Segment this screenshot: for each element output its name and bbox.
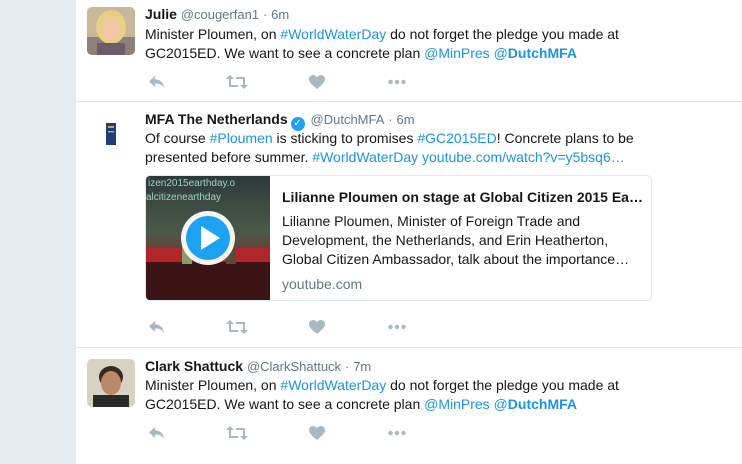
hashtag-link[interactable]: #Ploumen (210, 130, 273, 146)
text-segment: is sticking to promises (272, 130, 418, 146)
avatar[interactable] (87, 7, 135, 55)
dot-separator: · (388, 112, 393, 127)
card-domain[interactable]: youtube.com (282, 276, 644, 292)
author-name[interactable]: MFA The Netherlands (145, 111, 288, 127)
retweet-icon[interactable] (226, 72, 248, 92)
retweet-icon[interactable] (226, 317, 248, 337)
timestamp[interactable]: 6m (271, 7, 289, 22)
author-name[interactable]: Julie (145, 6, 177, 22)
timestamp[interactable]: 6m (397, 112, 415, 127)
author-handle[interactable]: @cougerfan1 (181, 7, 259, 22)
thumbnail-caption: alcitizenearthday (146, 192, 221, 203)
mention-link[interactable]: @MinPres (424, 396, 490, 412)
retweet-icon[interactable] (226, 423, 248, 443)
mention-at[interactable]: @ (490, 45, 508, 61)
mention-link[interactable]: DutchMFA (508, 45, 577, 61)
text-segment: Minister Ploumen, on (145, 26, 281, 42)
avatar[interactable] (87, 359, 135, 407)
more-icon[interactable] (387, 72, 407, 92)
tweet-text: Minister Ploumen, on #WorldWaterDay do n… (145, 25, 645, 63)
text-segment: Minister Ploumen, on (145, 377, 281, 393)
hashtag-link[interactable]: #GC2015ED (417, 130, 496, 146)
tweet[interactable]: Julie @cougerfan1 · 6m Minister Ploumen,… (76, 0, 742, 102)
card-title[interactable]: Lilianne Ploumen on stage at Global Citi… (282, 188, 644, 206)
tweet-text: Of course #Ploumen is sticking to promis… (145, 129, 645, 167)
hashtag-link[interactable]: #WorldWaterDay (280, 377, 386, 393)
author-handle[interactable]: @ClarkShattuck (247, 359, 341, 374)
like-icon[interactable] (307, 317, 327, 337)
tweet-text: Minister Ploumen, on #WorldWaterDay do n… (145, 376, 645, 414)
dot-separator: · (344, 359, 350, 374)
dot-separator: · (262, 7, 268, 22)
mention-link[interactable]: DutchMFA (508, 396, 577, 412)
more-icon[interactable] (387, 317, 407, 337)
hashtag-link[interactable]: #WorldWaterDay (280, 26, 386, 42)
avatar[interactable] (87, 111, 135, 159)
card-description: Lilianne Ploumen, Minister of Foreign Tr… (282, 213, 630, 267)
tweet[interactable]: MFA The Netherlands ✓ @DutchMFA · 6m Of c… (76, 101, 742, 348)
reply-icon[interactable] (147, 72, 167, 92)
url-link[interactable]: youtube.com/watch?v=y5bsq6… (422, 149, 625, 165)
like-icon[interactable] (307, 72, 327, 92)
reply-icon[interactable] (147, 317, 167, 337)
more-icon[interactable] (387, 423, 407, 443)
author-name[interactable]: Clark Shattuck (145, 358, 243, 374)
tweet[interactable]: Clark Shattuck @ClarkShattuck · 7m Minis… (76, 347, 742, 464)
timestamp[interactable]: 7m (353, 359, 371, 374)
tweet-stream: Julie @cougerfan1 · 6m Minister Ploumen,… (75, 0, 742, 464)
link-card[interactable]: izen2015earthday.o alcitizenearthday Lil… (145, 175, 652, 301)
mention-link[interactable]: @MinPres (424, 45, 490, 61)
reply-icon[interactable] (147, 423, 167, 443)
hashtag-link[interactable]: #WorldWaterDay (312, 149, 418, 165)
author-handle[interactable]: @DutchMFA (311, 112, 385, 127)
thumbnail-caption: izen2015earthday.o (148, 178, 236, 189)
like-icon[interactable] (307, 423, 327, 443)
text-segment: Of course (145, 130, 210, 146)
mention-at[interactable]: @ (490, 396, 508, 412)
video-thumbnail[interactable]: izen2015earthday.o alcitizenearthday (146, 176, 270, 300)
